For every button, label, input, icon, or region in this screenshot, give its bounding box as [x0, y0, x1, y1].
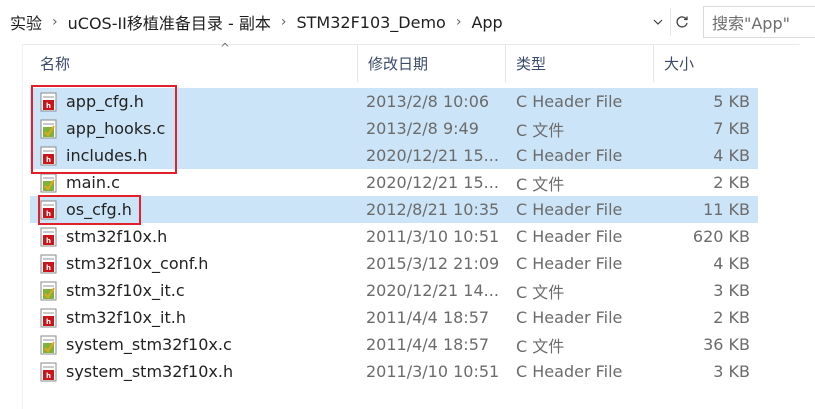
file-date: 2020/12/21 15... — [366, 173, 499, 192]
svg-text:h: h — [46, 264, 51, 272]
file-name-cell: h stm32f10x.h — [40, 223, 167, 250]
address-history-dropdown[interactable] — [646, 8, 671, 36]
h-file-icon: h — [40, 227, 58, 247]
file-size: 3 KB — [713, 362, 750, 381]
file-name: main.c — [66, 173, 120, 192]
file-row[interactable]: h system_stm32f10x.h 2011/3/10 10:51 C H… — [30, 358, 758, 385]
file-size: 4 KB — [713, 254, 750, 273]
column-header-type-label: 类型 — [516, 54, 547, 73]
file-type: C 文件 — [516, 174, 565, 194]
chevron-down-icon — [653, 19, 663, 25]
file-name-cell: stm32f10x_it.c — [40, 277, 185, 304]
breadcrumb-item-ucos-folder[interactable]: uCOS-II移植准备目录 - 副本 — [64, 10, 275, 34]
breadcrumb-separator-icon[interactable]: › — [450, 14, 468, 30]
file-date: 2015/3/12 21:09 — [366, 254, 500, 273]
file-type: C Header File — [516, 254, 623, 273]
file-row[interactable]: stm32f10x_it.c 2020/12/21 14... C 文件 3 K… — [30, 277, 758, 304]
file-row[interactable]: h stm32f10x_it.h 2011/4/4 18:57 C Header… — [30, 304, 758, 331]
column-header-name[interactable]: 名称 — [30, 44, 358, 82]
h-file-icon: h — [40, 254, 58, 274]
file-type: C 文件 — [516, 120, 565, 140]
highlight-box-config-files — [31, 85, 177, 174]
svg-text:h: h — [46, 318, 51, 326]
file-size: 2 KB — [713, 173, 750, 192]
file-date: 2013/2/8 9:49 — [366, 119, 479, 138]
file-type: C Header File — [516, 92, 623, 111]
file-date: 2020/12/21 15... — [366, 146, 499, 165]
file-size: 2 KB — [713, 308, 750, 327]
search-input[interactable]: 搜索"App" — [703, 6, 815, 38]
breadcrumb-item-experiment[interactable]: 实验 — [6, 10, 46, 34]
file-date: 2011/3/10 10:51 — [366, 362, 500, 381]
file-name-cell: h system_stm32f10x.h — [40, 358, 233, 385]
navigation-pane-edge — [0, 44, 23, 409]
breadcrumb-item-app[interactable]: App — [467, 13, 506, 32]
file-date: 2020/12/21 14... — [366, 281, 499, 300]
file-date: 2013/2/8 10:06 — [366, 92, 490, 111]
h-file-icon: h — [40, 308, 58, 328]
file-name: stm32f10x_it.c — [66, 281, 185, 300]
file-size: 36 KB — [703, 335, 750, 354]
column-header-date[interactable]: 修改日期 — [358, 44, 506, 82]
highlight-box-os-cfg — [38, 195, 141, 225]
file-date: 2011/4/4 18:57 — [366, 308, 490, 327]
svg-text:h: h — [46, 372, 51, 380]
breadcrumb-item-stm32-demo[interactable]: STM32F103_Demo — [292, 13, 449, 32]
refresh-icon — [676, 16, 688, 28]
column-header-type[interactable]: 类型 — [506, 44, 654, 82]
file-type: C Header File — [516, 200, 623, 219]
file-size: 3 KB — [713, 281, 750, 300]
h-file-icon: h — [40, 362, 58, 382]
file-size: 4 KB — [713, 146, 750, 165]
file-name-cell: h stm32f10x_it.h — [40, 304, 186, 331]
breadcrumb-separator-icon[interactable]: › — [275, 14, 293, 30]
file-type: C Header File — [516, 308, 623, 327]
column-header-name-label: 名称 — [40, 54, 71, 73]
svg-text:h: h — [46, 237, 51, 245]
file-size: 5 KB — [713, 92, 750, 111]
column-headers: ^ 名称 修改日期 类型 大小 — [30, 41, 758, 82]
vertical-scrollbar[interactable] — [799, 44, 815, 409]
file-type: C 文件 — [516, 282, 565, 302]
column-header-size-label: 大小 — [664, 54, 695, 73]
file-type: C Header File — [516, 227, 623, 246]
c-file-icon — [40, 335, 58, 355]
file-name-cell: system_stm32f10x.c — [40, 331, 232, 358]
file-name: stm32f10x_conf.h — [66, 254, 209, 273]
breadcrumb: 实验 › uCOS-II移植准备目录 - 副本 › STM32F103_Demo… — [6, 8, 507, 36]
address-bar[interactable]: 实验 › uCOS-II移植准备目录 - 副本 › STM32F103_Demo… — [0, 0, 815, 45]
file-type: C 文件 — [516, 336, 565, 356]
c-file-icon — [40, 173, 58, 193]
column-header-date-label: 修改日期 — [368, 54, 429, 73]
file-name: system_stm32f10x.c — [66, 335, 232, 354]
refresh-button[interactable] — [670, 8, 694, 36]
file-name: stm32f10x.h — [66, 227, 168, 246]
file-row[interactable]: system_stm32f10x.c 2011/4/4 18:57 C 文件 3… — [30, 331, 758, 358]
file-date: 2012/8/21 10:35 — [366, 200, 500, 219]
file-row[interactable]: h stm32f10x.h 2011/3/10 10:51 C Header F… — [30, 223, 758, 250]
c-file-icon — [40, 281, 58, 301]
file-name: stm32f10x_it.h — [66, 308, 186, 327]
breadcrumb-separator-icon[interactable]: › — [46, 14, 64, 30]
file-row[interactable]: h stm32f10x_conf.h 2015/3/12 21:09 C Hea… — [30, 250, 758, 277]
file-size: 620 KB — [692, 227, 750, 246]
file-size: 11 KB — [703, 200, 750, 219]
file-type: C Header File — [516, 362, 623, 381]
file-date: 2011/4/4 18:57 — [366, 335, 490, 354]
file-type: C Header File — [516, 146, 623, 165]
file-date: 2011/3/10 10:51 — [366, 227, 500, 246]
file-name-cell: h stm32f10x_conf.h — [40, 250, 208, 277]
file-size: 7 KB — [713, 119, 750, 138]
column-header-size[interactable]: 大小 — [654, 44, 758, 82]
file-name: system_stm32f10x.h — [66, 362, 234, 381]
